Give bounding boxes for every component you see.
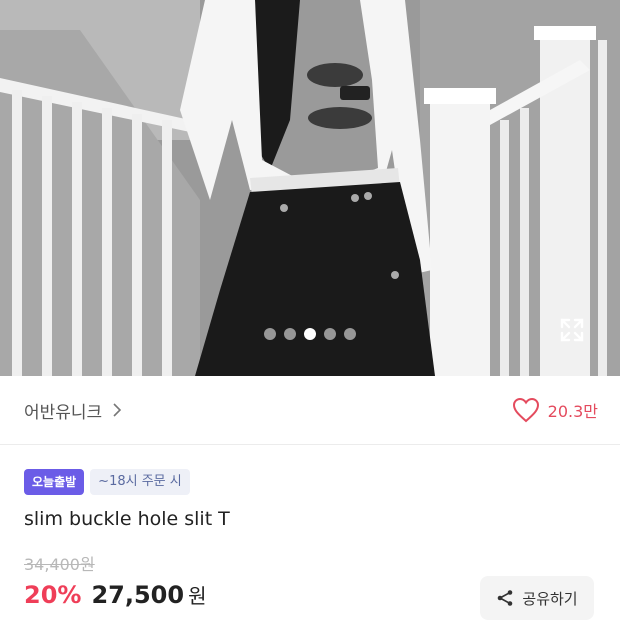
carousel-dot[interactable] [344,328,356,340]
currency-unit: 원 [188,584,207,608]
cutoff-badge: ~18시 주문 시 [90,469,190,495]
carousel-dot[interactable] [264,328,276,340]
carousel-dot-active[interactable] [304,328,316,340]
like-button[interactable]: 20.3만 [512,396,598,424]
discount-rate: 20% [24,581,82,609]
heart-outline-icon [512,397,539,423]
original-price: 34,400원 [24,555,95,574]
brand-row: 어반유니크 20.3만 [0,376,620,445]
share-icon [498,590,513,606]
product-image-carousel[interactable] [0,0,620,376]
price-row: 20% 27,500 원 [24,580,206,609]
share-button[interactable]: 공유하기 [480,576,594,620]
product-photo [0,0,620,376]
carousel-dot[interactable] [284,328,296,340]
share-label: 공유하기 [522,589,578,608]
like-count: 20.3만 [547,402,598,421]
carousel-dot[interactable] [324,328,336,340]
carousel-indicator [0,328,620,340]
product-title: slim buckle hole slit T [24,508,230,530]
brand-name: 어반유니크 [24,402,103,423]
chevron-right-icon [113,403,122,417]
sale-price: 27,500 [91,581,185,609]
delivery-badge: 오늘출발 [24,469,85,495]
badge-group: 오늘출발 ~18시 주문 시 [24,469,190,495]
brand-link[interactable]: 어반유니크 [24,398,122,423]
expand-icon[interactable] [558,316,586,344]
